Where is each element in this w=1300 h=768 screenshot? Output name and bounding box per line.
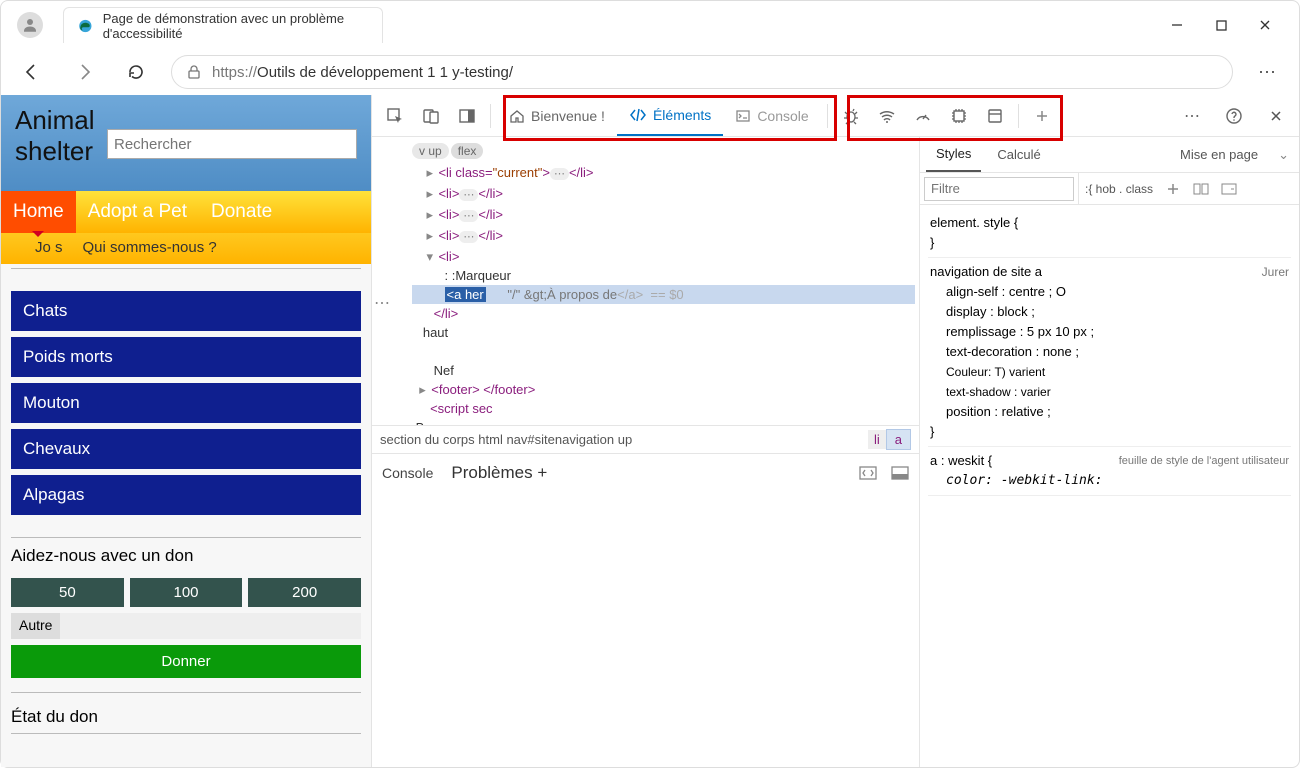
- address-bar[interactable]: https://Outils de développement 1 1 y-te…: [171, 55, 1233, 89]
- nav-donate[interactable]: Donate: [199, 191, 284, 233]
- devtools-more-icon[interactable]: ⋯: [1175, 99, 1209, 133]
- dom-breadcrumb[interactable]: section du corps html nav#sitenavigation…: [372, 425, 919, 453]
- minimize-icon[interactable]: [1169, 17, 1185, 33]
- browser-tab[interactable]: Page de démonstration avec un problème d…: [63, 7, 383, 43]
- tab-styles[interactable]: Styles: [926, 137, 981, 172]
- application-icon[interactable]: [978, 99, 1012, 133]
- home-icon: [509, 108, 525, 124]
- url-prefix: https://: [212, 64, 257, 81]
- flex-editor-icon[interactable]: [1187, 182, 1215, 196]
- window-controls: [1169, 17, 1291, 33]
- devtools: Bienvenue ! Éléments Console ⋯ v upflex: [371, 95, 1299, 767]
- divider: [11, 733, 361, 734]
- list-item[interactable]: Mouton: [11, 383, 361, 423]
- donate-section: Aidez-nous avec un don 50 100 200 Autre …: [1, 542, 371, 688]
- devtools-tabs: Bienvenue ! Éléments Console: [497, 95, 821, 136]
- breadcrumb-a[interactable]: a: [886, 429, 911, 450]
- styles-more-icon[interactable]: [1215, 182, 1243, 196]
- titlebar: Page de démonstration avec un problème d…: [1, 1, 1299, 49]
- drawer-expand-icon[interactable]: [859, 466, 877, 480]
- amount-50[interactable]: 50: [11, 578, 124, 607]
- network-icon[interactable]: [870, 99, 904, 133]
- primary-nav: Home Adopt a Pet Donate: [1, 191, 371, 233]
- lock-icon: [186, 64, 202, 80]
- tab-welcome[interactable]: Bienvenue !: [497, 95, 617, 136]
- new-rule-icon[interactable]: [1159, 182, 1187, 196]
- list-item[interactable]: Chevaux: [11, 429, 361, 469]
- tab-layout[interactable]: Mise en page: [1170, 137, 1268, 172]
- drawer-console-tab[interactable]: Console: [382, 465, 433, 481]
- devtools-drawer: Console Problèmes +: [372, 453, 919, 491]
- help-icon[interactable]: [1217, 99, 1251, 133]
- drawer-body: [372, 491, 919, 767]
- flex-pill: flex: [451, 143, 484, 159]
- tab-computed[interactable]: Calculé: [987, 137, 1050, 172]
- edge-icon: [78, 17, 93, 35]
- console-icon: [735, 108, 751, 124]
- amount-100[interactable]: 100: [130, 578, 243, 607]
- divider: [11, 537, 361, 538]
- hero: Animalshelter: [1, 95, 371, 191]
- back-button[interactable]: [15, 55, 49, 89]
- devtools-close-icon[interactable]: [1259, 99, 1293, 133]
- inspect-icon[interactable]: [378, 99, 412, 133]
- memory-icon[interactable]: [942, 99, 976, 133]
- forward-button[interactable]: [67, 55, 101, 89]
- overflow-icon[interactable]: ⋯: [374, 293, 392, 313]
- sub-nav: Jo s Qui sommes-nous ?: [1, 233, 371, 264]
- hov-cls-toggle[interactable]: :{ hob . class: [1078, 173, 1159, 204]
- donate-button[interactable]: Donner: [11, 645, 361, 678]
- dom-tree[interactable]: v upflex ⋯ ▸<li class="current">⋯</li> ▸…: [372, 137, 919, 425]
- divider: [11, 692, 361, 693]
- amount-other-input[interactable]: [60, 613, 361, 639]
- close-icon[interactable]: [1257, 17, 1273, 33]
- search-input[interactable]: [107, 129, 357, 159]
- performance-icon[interactable]: [906, 99, 940, 133]
- url-path: Outils de développement 1 1 y-testing/: [257, 64, 513, 81]
- code-icon: [629, 107, 647, 123]
- chevron-down-icon[interactable]: ⌄: [1274, 147, 1293, 163]
- add-tab-icon[interactable]: [1025, 99, 1059, 133]
- dock-icon[interactable]: [450, 99, 484, 133]
- list-item[interactable]: Poids morts: [11, 337, 361, 377]
- list-item[interactable]: Chats: [11, 291, 361, 331]
- category-list: Chats Poids morts Mouton Chevaux Alpagas: [1, 273, 371, 533]
- bug-icon[interactable]: [834, 99, 868, 133]
- refresh-button[interactable]: [119, 55, 153, 89]
- drawer-problems-tab[interactable]: Problèmes +: [451, 463, 547, 483]
- style-rule[interactable]: element. style { }: [928, 209, 1291, 258]
- tab-title: Page de démonstration avec un problème d…: [103, 11, 368, 41]
- browser-navbar: https://Outils de développement 1 1 y-te…: [1, 49, 1299, 95]
- amount-other-label: Autre: [11, 613, 60, 639]
- tab-console[interactable]: Console: [723, 95, 820, 136]
- maximize-icon[interactable]: [1213, 17, 1229, 33]
- styles-pane: Styles Calculé Mise en page ⌄ :{ hob . c…: [919, 137, 1299, 767]
- dom-pane: v upflex ⋯ ▸<li class="current">⋯</li> ▸…: [372, 137, 919, 767]
- breadcrumb-path: section du corps html nav#sitenavigation…: [380, 432, 632, 447]
- donation-status-heading: État du don: [1, 697, 371, 729]
- list-item[interactable]: Alpagas: [11, 475, 361, 515]
- profile-avatar[interactable]: [17, 12, 43, 38]
- styles-filter-input[interactable]: [924, 177, 1074, 201]
- style-rule[interactable]: navigation de site aJurer align-self : c…: [928, 258, 1291, 447]
- style-rule[interactable]: a : weskit {feuille de style de l'agent …: [928, 447, 1291, 496]
- nav-home[interactable]: Home: [1, 191, 76, 233]
- amount-200[interactable]: 200: [248, 578, 361, 607]
- donate-heading: Aidez-nous avec un don: [11, 546, 361, 566]
- tab-elements[interactable]: Éléments: [617, 95, 723, 136]
- flex-badge: v up: [412, 143, 449, 159]
- nav-adopt[interactable]: Adopt a Pet: [76, 191, 199, 233]
- subnav-about[interactable]: Qui sommes-nous ?: [83, 239, 217, 256]
- device-icon[interactable]: [414, 99, 448, 133]
- browser-more-icon[interactable]: ⋯: [1251, 62, 1285, 83]
- devtools-toolbar: Bienvenue ! Éléments Console ⋯: [372, 95, 1299, 137]
- breadcrumb-li[interactable]: li: [868, 430, 886, 449]
- rendered-page: Animalshelter Home Adopt a Pet Donate Jo…: [1, 95, 371, 767]
- divider: [11, 268, 361, 269]
- drawer-dock-icon[interactable]: [891, 466, 909, 480]
